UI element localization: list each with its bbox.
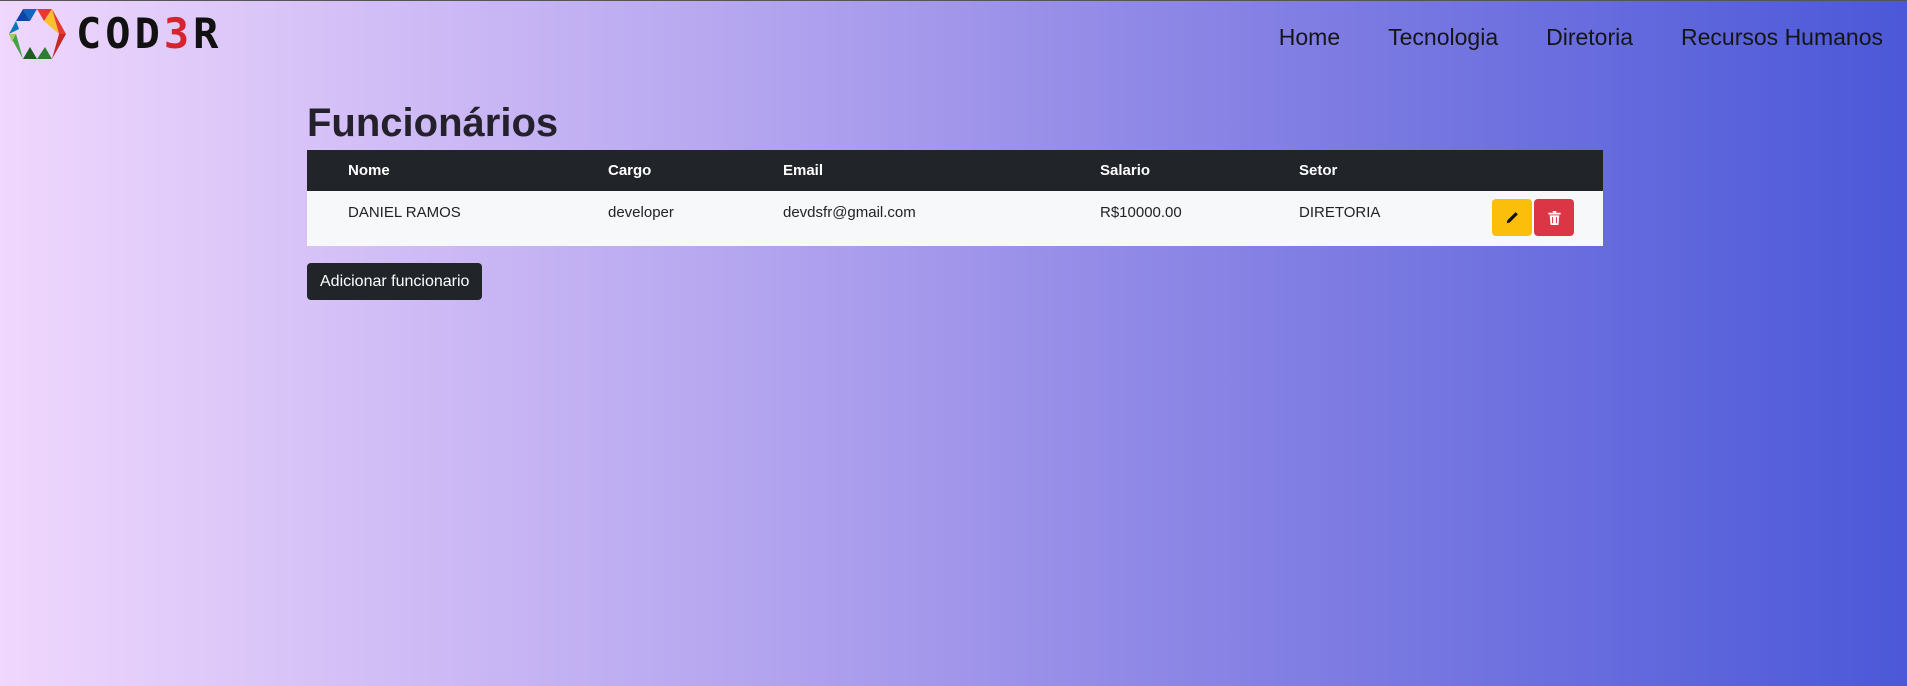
hexagon-logo-icon xyxy=(9,9,66,59)
column-header-cargo: Cargo xyxy=(608,150,783,191)
brand-logo[interactable]: COD3R xyxy=(9,9,222,59)
column-header-salario: Salario xyxy=(1100,150,1299,191)
nav-recursos-humanos[interactable]: Recursos Humanos xyxy=(1681,24,1883,51)
column-header-email: Email xyxy=(783,150,1100,191)
nav-diretoria[interactable]: Diretoria xyxy=(1546,24,1633,51)
add-employee-button[interactable]: Adicionar funcionario xyxy=(307,263,483,300)
main-nav: Home Tecnologia Diretoria Recursos Human… xyxy=(1279,24,1883,51)
delete-button[interactable] xyxy=(1534,199,1574,236)
main-content: Funcionários Nome Cargo Email Salario Se… xyxy=(307,97,1603,300)
edit-button[interactable] xyxy=(1492,199,1532,236)
pencil-icon xyxy=(1506,211,1518,223)
cell-actions xyxy=(1487,191,1603,246)
employees-table: Nome Cargo Email Salario Setor DANIEL RA… xyxy=(307,150,1603,246)
column-header-actions xyxy=(1487,150,1603,191)
column-header-setor: Setor xyxy=(1299,150,1487,191)
brand-name: COD3R xyxy=(76,9,223,58)
cell-setor: DIRETORIA xyxy=(1299,191,1487,246)
cell-nome: DANIEL RAMOS xyxy=(307,191,608,246)
nav-tecnologia[interactable]: Tecnologia xyxy=(1388,24,1498,51)
cell-cargo: developer xyxy=(608,191,783,246)
trash-icon xyxy=(1547,210,1561,225)
table-header-row: Nome Cargo Email Salario Setor xyxy=(307,150,1603,191)
cell-email: devdsfr@gmail.com xyxy=(783,191,1100,246)
table-row: DANIEL RAMOS developer devdsfr@gmail.com… xyxy=(307,191,1603,246)
cell-salario: R$10000.00 xyxy=(1100,191,1299,246)
column-header-nome: Nome xyxy=(307,150,608,191)
brand-name-highlight: 3 xyxy=(163,9,194,58)
window-top-border xyxy=(0,0,1907,1)
nav-home[interactable]: Home xyxy=(1279,24,1340,51)
page-title: Funcionários xyxy=(307,101,559,145)
